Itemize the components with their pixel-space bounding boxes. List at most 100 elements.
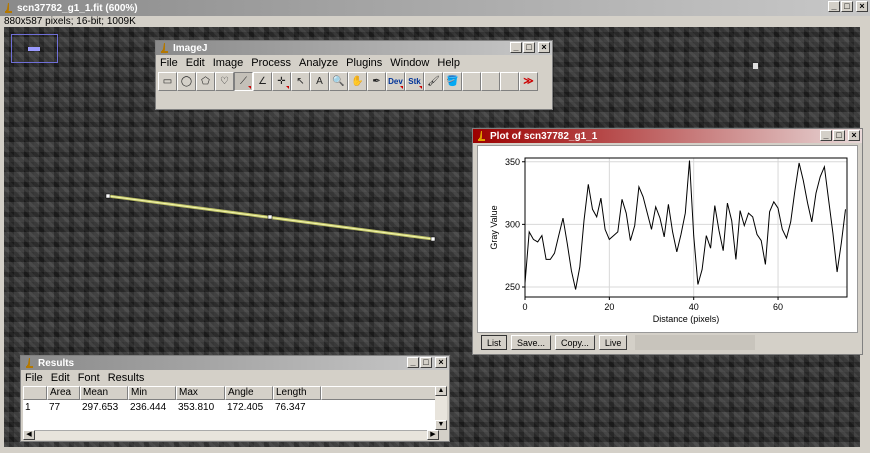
minimize-button[interactable]: _ bbox=[820, 130, 832, 141]
results-window: Results _ □ × File Edit Font Results Are… bbox=[20, 355, 450, 442]
menu-image[interactable]: Image bbox=[209, 57, 248, 69]
point-tool-icon[interactable]: ✛ bbox=[272, 72, 291, 91]
more-tools-icon[interactable]: ≫ bbox=[519, 72, 538, 91]
hand-tool-icon[interactable]: ✋ bbox=[348, 72, 367, 91]
flood-fill-tool-icon[interactable]: 🪣 bbox=[443, 72, 462, 91]
brush-tool-icon[interactable]: 🖌 bbox=[424, 72, 443, 91]
results-table[interactable]: Area Mean Min Max Angle Length 1 77 297.… bbox=[23, 386, 437, 430]
save-button[interactable]: Save... bbox=[511, 335, 552, 350]
minimize-button[interactable]: _ bbox=[828, 1, 840, 12]
maximize-button[interactable]: □ bbox=[523, 42, 535, 53]
angle-tool-icon[interactable]: ∠ bbox=[253, 72, 272, 91]
column-header-mean[interactable]: Mean bbox=[80, 386, 128, 400]
list-button[interactable]: List bbox=[481, 335, 508, 350]
column-header-max[interactable]: Max bbox=[176, 386, 225, 400]
table-row[interactable]: 1 77 297.653 236.444 353.810 172.405 76.… bbox=[23, 400, 437, 415]
close-button[interactable]: × bbox=[856, 1, 868, 12]
results-menu-font[interactable]: Font bbox=[74, 372, 104, 384]
magnifier-tool-icon[interactable]: 🔍 bbox=[329, 72, 348, 91]
wand-tool-icon[interactable]: ↖ bbox=[291, 72, 310, 91]
menu-edit[interactable]: Edit bbox=[182, 57, 209, 69]
profile-plot: 0 20 40 60 250 300 350 Distance (pixels) Gray Va… bbox=[477, 145, 858, 333]
menu-process[interactable]: Process bbox=[247, 57, 295, 69]
results-menu-file[interactable]: File bbox=[21, 372, 47, 384]
empty-tool-slot[interactable] bbox=[462, 72, 481, 91]
cell-min: 236.444 bbox=[130, 402, 167, 413]
results-menubar: File Edit Font Results bbox=[21, 370, 449, 386]
horizontal-scrollbar[interactable]: ◀ ▶ bbox=[23, 430, 439, 440]
live-button[interactable]: Live bbox=[598, 335, 628, 350]
imagej-title-text: ImageJ bbox=[173, 42, 208, 54]
column-header-index[interactable] bbox=[23, 386, 47, 400]
close-button[interactable]: × bbox=[848, 130, 860, 141]
cell-angle: 172.405 bbox=[227, 402, 264, 413]
plot-frame bbox=[524, 157, 848, 298]
scroll-up-icon[interactable]: ▲ bbox=[435, 386, 447, 396]
close-button[interactable]: × bbox=[435, 357, 447, 368]
developer-menu-icon[interactable]: Dev bbox=[386, 72, 405, 91]
empty-tool-slot[interactable] bbox=[481, 72, 500, 91]
imagej-menubar: File Edit Image Process Analyze Plugins … bbox=[156, 55, 552, 71]
rectangle-tool-icon[interactable]: ▭ bbox=[158, 72, 177, 91]
plot-window-controls: _ □ × bbox=[820, 130, 860, 141]
cell-length: 76.347 bbox=[275, 402, 306, 413]
menu-help[interactable]: Help bbox=[433, 57, 464, 69]
profile-series-line bbox=[524, 160, 846, 290]
y-tick-label: 300 bbox=[505, 219, 520, 229]
dropper-tool-icon[interactable]: ✒ bbox=[367, 72, 386, 91]
text-tool-icon[interactable]: A bbox=[310, 72, 329, 91]
plot-title-text: Plot of scn37782_g1_1 bbox=[490, 130, 598, 142]
x-tick-label: 20 bbox=[604, 302, 614, 312]
empty-tool-slot[interactable] bbox=[500, 72, 519, 91]
x-tick-label: 60 bbox=[773, 302, 783, 312]
results-window-controls: _ □ × bbox=[407, 357, 447, 368]
maximize-button[interactable]: □ bbox=[420, 357, 432, 368]
minimize-button[interactable]: _ bbox=[510, 42, 522, 53]
scroll-right-icon[interactable]: ▶ bbox=[427, 430, 439, 440]
plot-window: Plot of scn37782_g1_1 _ □ × 0 20 40 60 250 30… bbox=[472, 128, 863, 355]
menu-analyze[interactable]: Analyze bbox=[295, 57, 342, 69]
results-header-row: Area Mean Min Max Angle Length bbox=[23, 386, 437, 400]
oval-tool-icon[interactable]: ◯ bbox=[177, 72, 196, 91]
imagej-logo-icon bbox=[476, 131, 486, 141]
main-title-text: scn37782_g1_1.fit (600%) bbox=[17, 2, 138, 14]
x-tick-label: 0 bbox=[522, 302, 527, 312]
main-title-bar[interactable]: scn37782_g1_1.fit (600%) _ □ × bbox=[0, 0, 870, 16]
column-header-length[interactable]: Length bbox=[273, 386, 321, 400]
menu-window[interactable]: Window bbox=[386, 57, 433, 69]
column-header-angle[interactable]: Angle bbox=[225, 386, 273, 400]
stack-menu-icon[interactable]: Stk bbox=[405, 72, 424, 91]
scroll-down-icon[interactable]: ▼ bbox=[435, 420, 447, 430]
column-header-filler bbox=[321, 386, 437, 400]
main-window-controls: _ □ × bbox=[828, 1, 868, 12]
maximize-button[interactable]: □ bbox=[833, 130, 845, 141]
line-handle-mid bbox=[267, 214, 273, 220]
profile-plot-svg: 0 20 40 60 250 300 350 Distance (pixels) Gray Va… bbox=[489, 157, 848, 324]
minimize-button[interactable]: _ bbox=[407, 357, 419, 368]
line-tool-icon[interactable]: ⟋ bbox=[234, 72, 253, 91]
results-menu-edit[interactable]: Edit bbox=[47, 372, 74, 384]
close-button[interactable]: × bbox=[538, 42, 550, 53]
tool-row: ▭ ◯ ⬠ ♡ ⟋ ∠ ✛ ↖ A 🔍 ✋ ✒ Dev Stk 🖌 🪣 ≫ bbox=[156, 72, 552, 91]
column-header-min[interactable]: Min bbox=[128, 386, 176, 400]
polygon-tool-icon[interactable]: ⬠ bbox=[196, 72, 215, 91]
scroll-left-icon[interactable]: ◀ bbox=[23, 430, 35, 440]
maximize-button[interactable]: □ bbox=[841, 1, 853, 12]
imagej-logo-icon bbox=[159, 43, 169, 53]
y-axis-label: Gray Value bbox=[489, 205, 499, 249]
cell-mean: 297.653 bbox=[82, 402, 119, 413]
menu-file[interactable]: File bbox=[156, 57, 182, 69]
results-menu-results[interactable]: Results bbox=[104, 372, 149, 384]
copy-button[interactable]: Copy... bbox=[555, 335, 595, 350]
plot-title-bar[interactable]: Plot of scn37782_g1_1 _ □ × bbox=[473, 129, 862, 143]
imagej-title-bar[interactable]: ImageJ _ □ × bbox=[156, 41, 552, 55]
results-title-bar[interactable]: Results _ □ × bbox=[21, 356, 449, 370]
plot-button-bar: List Save... Copy... Live bbox=[481, 335, 756, 350]
menu-plugins[interactable]: Plugins bbox=[342, 57, 386, 69]
line-handle-end bbox=[430, 236, 436, 242]
vertical-scrollbar[interactable]: ▲ ▼ bbox=[435, 386, 447, 430]
freehand-tool-icon[interactable]: ♡ bbox=[215, 72, 234, 91]
column-header-area[interactable]: Area bbox=[47, 386, 80, 400]
imagej-toolbar-window: ImageJ _ □ × File Edit Image Process Ana… bbox=[155, 40, 553, 110]
x-tick-label: 40 bbox=[689, 302, 699, 312]
